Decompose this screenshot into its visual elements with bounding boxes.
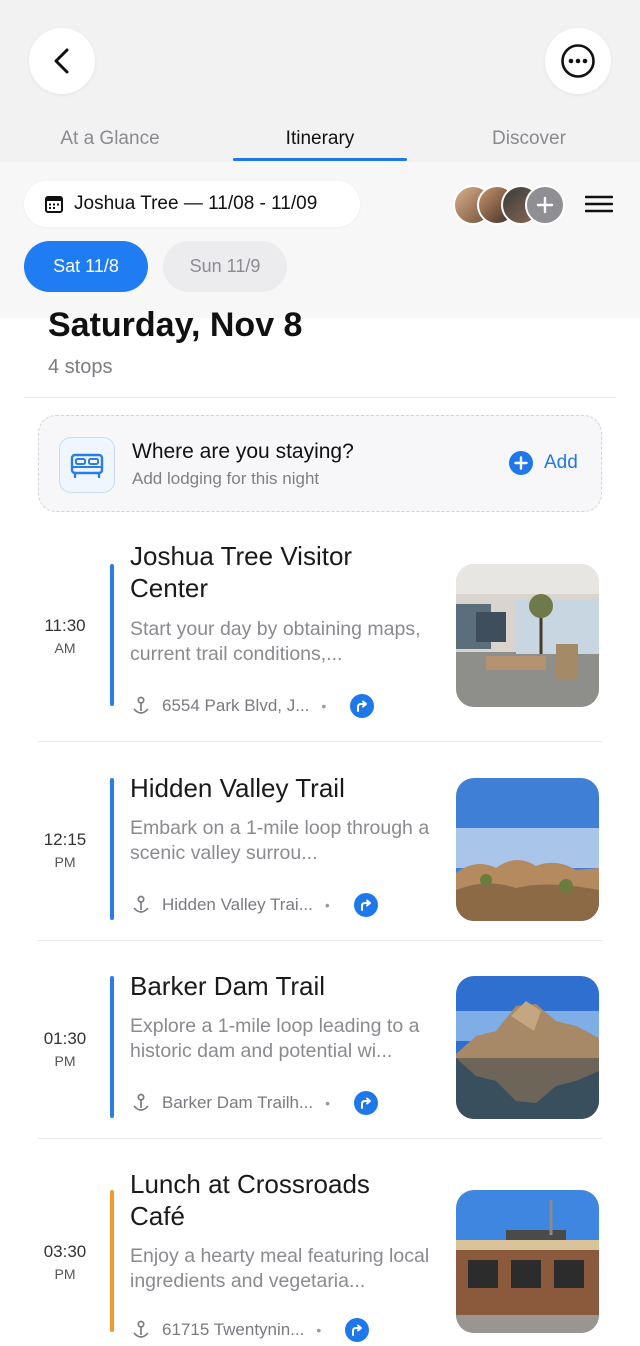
lodging-card[interactable]: Where are you staying? Add lodging for t…: [38, 415, 602, 512]
location-pin-icon: [133, 1320, 149, 1338]
stop-title: Lunch at Crossroads Café: [130, 1169, 370, 1231]
stop-ampm: AM: [54, 640, 76, 656]
add-lodging-button[interactable]: Add: [509, 451, 578, 475]
stop-title: Joshua Tree Visitor Center: [130, 541, 353, 603]
stop-time: 11:30: [44, 616, 86, 635]
stop-description: Explore a 1-mile loop leading to a histo…: [130, 1015, 420, 1062]
visitor-center-photo: [456, 564, 599, 707]
trip-label: Joshua Tree — 11/08 - 11/09: [74, 193, 318, 214]
day-tab-sat[interactable]: Sat 11/8: [24, 241, 148, 292]
stop-count: 4 stops: [48, 356, 113, 378]
stop-address: 61715 Twentynin...: [162, 1320, 305, 1339]
category-bar: [110, 778, 114, 920]
stop-time: 01:30: [43, 1029, 87, 1048]
more-options-button[interactable]: [545, 28, 611, 94]
trip-selector[interactable]: Joshua Tree — 11/08 - 11/09: [24, 181, 360, 227]
collaborator-avatars[interactable]: [453, 185, 569, 225]
crossroads-cafe-photo: [456, 1190, 599, 1333]
lodging-question: Where are you staying?: [132, 440, 354, 463]
day-title: Saturday, Nov 8: [48, 306, 303, 344]
stop-description: Enjoy a hearty meal featuring local ingr…: [130, 1245, 430, 1292]
itinerary-stop[interactable]: 03:30 PM Lunch at Crossroads Café Enjoy …: [0, 1166, 640, 1346]
directions-button[interactable]: [345, 1318, 370, 1342]
stop-address: 6554 Park Blvd, J...: [162, 696, 310, 715]
location-pin-icon: [133, 895, 149, 913]
stop-address: Barker Dam Trailh...: [162, 1093, 314, 1112]
stop-address: Hidden Valley Trai...: [162, 895, 313, 914]
hidden-valley-photo: [456, 778, 599, 921]
day-tab-sun[interactable]: Sun 11/9: [163, 241, 287, 292]
directions-icon: [360, 899, 371, 911]
itinerary-stop[interactable]: 12:15 PM Hidden Valley Trail Embark on a…: [0, 770, 640, 940]
stop-address-row: 6554 Park Blvd, J... •: [130, 694, 375, 718]
category-bar: [110, 1190, 114, 1332]
back-chevron-icon: [54, 48, 69, 74]
stop-title: Hidden Valley Trail: [130, 773, 345, 803]
itinerary-stop[interactable]: 11:30 AM Joshua Tree Visitor Center Star…: [0, 540, 640, 740]
hamburger-menu-icon[interactable]: [585, 195, 613, 213]
stop-ampm: PM: [54, 1266, 76, 1282]
stop-photo[interactable]: [456, 1190, 599, 1333]
stop-time: 12:15: [43, 830, 87, 849]
separator-dot: •: [321, 698, 327, 714]
stop-description: Start your day by obtaining maps, curren…: [130, 618, 421, 665]
stop-description: Embark on a 1-mile loop through a scenic…: [130, 817, 430, 864]
add-lodging-label: Add: [544, 452, 578, 473]
tab-itinerary[interactable]: Itinerary: [220, 128, 420, 150]
lodging-icon-box: [59, 437, 115, 493]
back-button[interactable]: [29, 28, 95, 94]
separator-dot: •: [325, 1095, 331, 1111]
divider: [38, 1138, 602, 1139]
directions-icon: [357, 700, 368, 712]
location-pin-icon: [133, 696, 149, 714]
category-bar: [110, 976, 114, 1118]
barker-dam-photo: [456, 976, 599, 1119]
tab-bar: At a Glance Itinerary Discover: [0, 118, 640, 162]
divider: [38, 940, 602, 941]
location-pin-icon: [133, 1093, 149, 1111]
directions-icon: [361, 1097, 372, 1109]
calendar-icon: [45, 196, 63, 213]
directions-button[interactable]: [354, 1091, 379, 1115]
lodging-subtitle: Add lodging for this night: [132, 469, 320, 488]
directions-button[interactable]: [353, 893, 378, 917]
tab-discover[interactable]: Discover: [429, 128, 629, 150]
stop-title: Barker Dam Trail: [130, 971, 326, 1001]
add-collaborator-button[interactable]: [525, 185, 565, 225]
tab-at-a-glance[interactable]: At a Glance: [10, 128, 210, 150]
bed-icon: [70, 453, 104, 478]
directions-button[interactable]: [350, 694, 375, 718]
stop-photo[interactable]: [456, 976, 599, 1119]
stop-photo[interactable]: [456, 778, 599, 921]
stop-address-row: Hidden Valley Trai... •: [130, 893, 378, 917]
stop-ampm: PM: [54, 1053, 76, 1069]
stop-ampm: PM: [54, 854, 76, 870]
separator-dot: •: [324, 897, 330, 913]
plus-circle-icon: [509, 451, 533, 475]
stop-address-row: Barker Dam Trailh... •: [130, 1091, 379, 1115]
stop-photo[interactable]: [456, 564, 599, 707]
directions-icon: [352, 1324, 363, 1336]
separator-dot: •: [316, 1322, 322, 1338]
more-ellipsis-icon: [561, 44, 595, 78]
category-bar: [110, 564, 114, 706]
itinerary-stop[interactable]: 01:30 PM Barker Dam Trail Explore a 1-mi…: [0, 968, 640, 1138]
stop-time: 03:30: [43, 1242, 87, 1261]
divider: [24, 397, 616, 398]
stop-address-row: 61715 Twentynin... •: [130, 1318, 370, 1342]
active-tab-indicator: [233, 158, 407, 161]
divider: [38, 741, 602, 742]
plus-icon: [536, 196, 554, 214]
